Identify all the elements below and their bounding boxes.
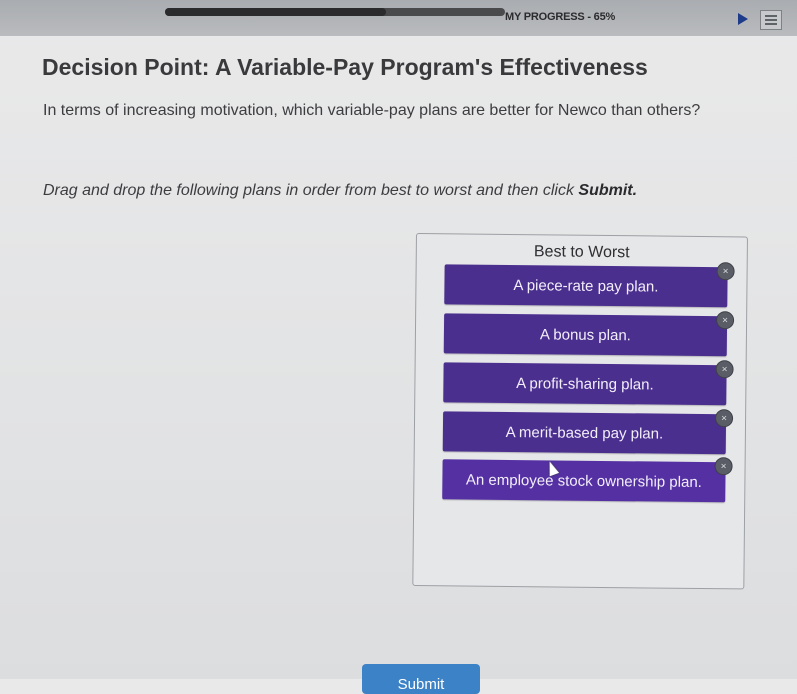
instruction-submit-word: Submit.: [578, 182, 638, 199]
remove-icon[interactable]: ×: [714, 457, 733, 476]
submit-button[interactable]: Submit: [362, 664, 480, 694]
dropzone-heading: Best to Worst: [533, 243, 630, 262]
plan-item-label: An employee stock ownership plan.: [465, 471, 702, 491]
remove-icon[interactable]: ×: [716, 311, 735, 330]
plan-item-piece-rate[interactable]: A piece-rate pay plan. ×: [444, 262, 735, 308]
progress-fill: [165, 8, 386, 16]
progress-label: MY PROGRESS - 65%: [505, 11, 616, 23]
plan-item-employee-stock[interactable]: An employee stock ownership plan. ×: [442, 457, 733, 503]
remove-icon[interactable]: ×: [716, 262, 735, 281]
top-progress-bar: MY PROGRESS - 65%: [0, 0, 797, 36]
page-title: Decision Point: A Variable-Pay Program's…: [42, 54, 648, 80]
instruction-text: Drag and drop the following plans in ord…: [43, 182, 637, 200]
question-prompt: In terms of increasing motivation, which…: [43, 102, 701, 119]
menu-icon[interactable]: [760, 10, 782, 30]
play-icon[interactable]: [738, 13, 748, 25]
remove-icon[interactable]: ×: [715, 360, 734, 379]
plan-item-label: A merit-based pay plan.: [505, 423, 664, 443]
plan-item-merit-based[interactable]: A merit-based pay plan. ×: [442, 409, 734, 455]
remove-icon[interactable]: ×: [714, 409, 734, 428]
plan-item-label: A piece-rate pay plan.: [513, 276, 659, 296]
plan-item-label: A bonus plan.: [539, 325, 631, 344]
instruction-main: Drag and drop the following plans in ord…: [43, 182, 579, 199]
plan-item-label: A profit-sharing plan.: [516, 374, 654, 393]
best-to-worst-dropzone[interactable]: Best to Worst A piece-rate pay plan. × A…: [412, 233, 748, 590]
plan-item-bonus[interactable]: A bonus plan. ×: [443, 311, 735, 357]
progress-track: [165, 8, 505, 16]
plan-item-profit-sharing[interactable]: A profit-sharing plan. ×: [443, 360, 734, 406]
